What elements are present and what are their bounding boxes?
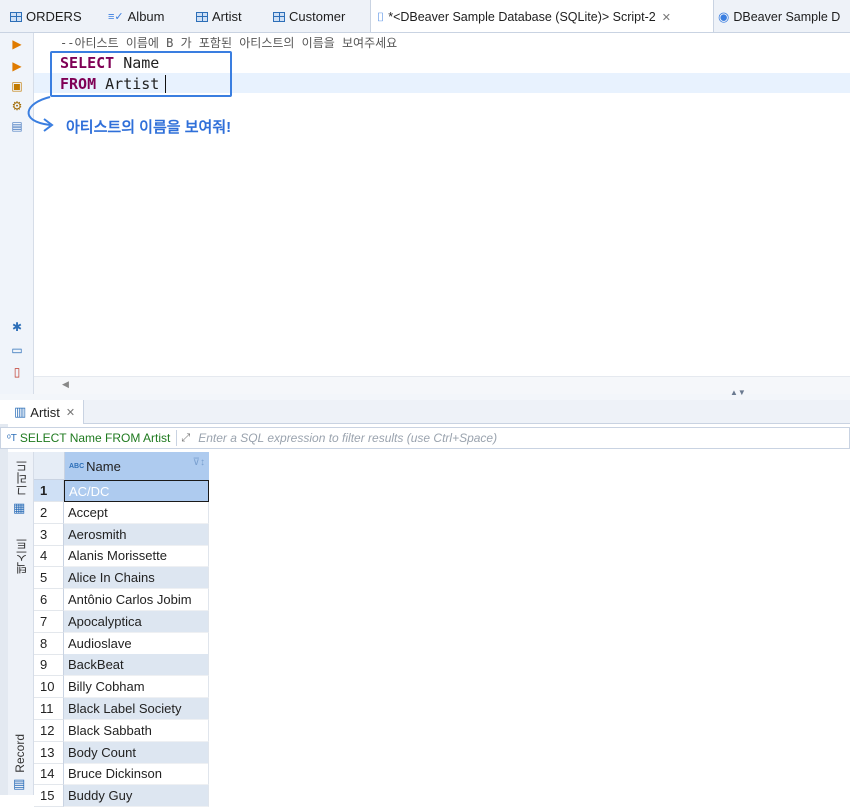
table-row[interactable]: 1 AC/DC (34, 480, 209, 502)
annotation-text: 아티스트의 이름을 보여줘! (66, 119, 232, 136)
table-icon: ▥ (14, 404, 27, 419)
table-row[interactable]: 12 Black Sabbath (34, 719, 209, 742)
text-view-tab[interactable]: 텍스트 (13, 538, 30, 574)
row-number[interactable]: 10 (34, 676, 64, 699)
sql-comment: --아티스트 이름에 B 가 포함된 아티스트의 이름을 보여주세요 (60, 36, 398, 50)
cell-name[interactable]: Alice In Chains (64, 567, 209, 590)
results-tab-artist[interactable]: ▥ Artist ✕ (0, 400, 85, 424)
cell-name[interactable]: Alanis Morissette (64, 545, 209, 568)
view-icon: ≡✓ (108, 11, 124, 23)
table-row[interactable]: 7 Apocalyptica (34, 610, 209, 633)
horizontal-scrollbar[interactable]: ◀ (34, 376, 850, 394)
scroll-left-icon[interactable]: ◀ (62, 379, 69, 390)
tab-label: Artist (212, 9, 242, 24)
table-row[interactable]: 11 Black Label Society (34, 698, 209, 720)
table-icon (10, 11, 22, 22)
tab-orders[interactable]: ORDERS (10, 0, 82, 32)
row-number[interactable]: 4 (34, 545, 64, 568)
row-number[interactable]: 6 (34, 589, 64, 611)
string-type-icon: ABC (69, 462, 85, 470)
row-number[interactable]: 9 (34, 654, 64, 677)
query-text: SELECT Name FROM Artist (19, 431, 171, 445)
cell-name[interactable]: Body Count (64, 741, 209, 764)
divider (176, 430, 178, 446)
table-row[interactable]: 4 Alanis Morissette (34, 545, 209, 568)
record-icon[interactable]: ▤ (13, 776, 25, 792)
table-row[interactable]: 5 Alice In Chains (34, 567, 209, 590)
cell-name[interactable]: BackBeat (64, 654, 209, 677)
sql-filter-icon: ᵒT (7, 432, 17, 444)
row-number[interactable]: 7 (34, 610, 64, 633)
cell-name[interactable]: Black Label Society (64, 698, 209, 720)
collapse-arrows-icon[interactable]: ▲▼ (730, 388, 746, 397)
cell-name[interactable]: Accept (64, 501, 209, 524)
cell-name[interactable]: Audioslave (64, 632, 209, 655)
grid-icon[interactable]: ▦ (13, 500, 25, 516)
tab-label: Album (127, 9, 165, 24)
row-number[interactable]: 2 (34, 501, 64, 524)
table-row[interactable]: 8 Audioslave (34, 632, 209, 655)
row-number[interactable]: 12 (34, 719, 64, 742)
cell-name[interactable]: Bruce Dickinson (64, 763, 209, 786)
tab-dbeaver-sample[interactable]: ◉ DBeaver Sample D (718, 0, 841, 32)
tab-artist[interactable]: Artist (196, 0, 242, 32)
cell-name[interactable]: Apocalyptica (64, 610, 209, 633)
table-row[interactable]: 15 Buddy Guy (34, 785, 209, 807)
highlight-box (50, 51, 232, 97)
editor-tab-strip: ORDERS ≡✓ Album Artist Customer ⌷ *<DBea… (0, 0, 850, 33)
column-header-name[interactable]: ABC Name ⊽↕ (64, 452, 209, 480)
tab-label: *<DBeaver Sample Database (SQLite)> Scri… (388, 10, 656, 24)
tab-label: ORDERS (26, 9, 82, 24)
results-tab-label: Artist (30, 404, 60, 420)
tab-album[interactable]: ≡✓ Album (108, 0, 165, 32)
grid-view-tab[interactable]: 그리드 (13, 460, 30, 496)
filter-input[interactable]: Enter a SQL expression to filter results… (198, 431, 497, 445)
tab-label: DBeaver Sample D (733, 9, 841, 24)
filter-bar: ᵒT SELECT Name FROM Artist ⤢ Enter a SQL… (0, 427, 850, 449)
row-number[interactable]: 11 (34, 698, 64, 720)
table-row[interactable]: 6 Antônio Carlos Jobim (34, 589, 209, 611)
annotation-arrow-icon (27, 96, 54, 132)
record-view-tab[interactable]: Record (13, 734, 27, 773)
table-icon (196, 11, 208, 22)
row-number[interactable]: 13 (34, 741, 64, 764)
tab-script-2[interactable]: ⌷ *<DBeaver Sample Database (SQLite)> Sc… (370, 0, 714, 32)
cell-name[interactable]: Antônio Carlos Jobim (64, 589, 209, 611)
table-row[interactable]: 2 Accept (34, 501, 209, 524)
table-row[interactable]: 3 Aerosmith (34, 523, 209, 546)
cell-name[interactable]: Black Sabbath (64, 719, 209, 742)
row-number[interactable]: 8 (34, 632, 64, 655)
settings-icon[interactable]: ✱ (10, 320, 24, 334)
cell-name[interactable]: Buddy Guy (64, 785, 209, 807)
grid-header: ABC Name ⊽↕ (34, 452, 209, 480)
row-number[interactable]: 1 (34, 480, 64, 502)
row-number[interactable]: 3 (34, 523, 64, 546)
sql-editor[interactable]: ▶ ▶ ▣ ⚙ ▤ ✱ ▭ ▯ --아티스트 이름에 B 가 포함된 아티스트의… (0, 33, 850, 394)
row-number[interactable]: 14 (34, 763, 64, 786)
cell-name[interactable]: Aerosmith (64, 523, 209, 546)
save-script-icon[interactable]: ▯ (10, 365, 24, 379)
left-edge (0, 400, 8, 795)
expand-icon[interactable]: ⤢ (181, 432, 190, 445)
column-header-label: Name (86, 458, 121, 474)
table-row[interactable]: 10 Billy Cobham (34, 676, 209, 699)
table-row[interactable]: 14 Bruce Dickinson (34, 763, 209, 786)
results-view-switcher: 그리드 ▦ 텍스트 Record ▤ (8, 452, 34, 795)
load-script-icon[interactable]: ▭ (10, 343, 24, 357)
row-number[interactable]: 15 (34, 785, 64, 807)
table-row[interactable]: 9 BackBeat (34, 654, 209, 677)
close-icon[interactable]: ✕ (662, 11, 671, 24)
results-tab-bar: ▥ Artist ✕ (0, 400, 850, 424)
cell-name[interactable]: AC/DC (64, 480, 209, 502)
tab-label: Customer (289, 9, 346, 24)
sql-script-icon: ⌷ (377, 9, 385, 24)
table-icon (273, 11, 285, 22)
database-icon: ◉ (718, 8, 730, 24)
cell-name[interactable]: Billy Cobham (64, 676, 209, 699)
tab-customer[interactable]: Customer (273, 0, 346, 32)
row-number[interactable]: 5 (34, 567, 64, 590)
filter-sort-icon[interactable]: ⊽↕ (193, 457, 205, 468)
close-icon[interactable]: ✕ (66, 406, 75, 419)
table-row[interactable]: 13 Body Count (34, 741, 209, 764)
